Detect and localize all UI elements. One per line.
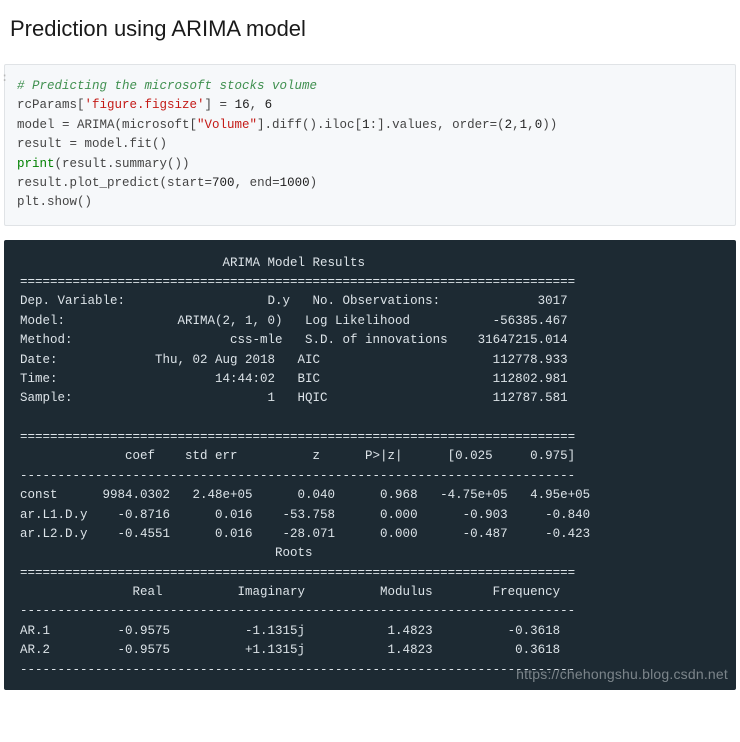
section-title: Prediction using ARIMA model — [4, 10, 736, 60]
cell-gutter-colon: : — [1, 70, 8, 84]
output-row: const 9984.0302 2.48e+05 0.040 0.968 -4.… — [20, 488, 590, 502]
output-row: Sample: 1 HQIC 112787.581 — [20, 391, 568, 405]
output-row: Model: ARIMA(2, 1, 0) Log Likelihood -56… — [20, 314, 568, 328]
output-row: Date: Thu, 02 Aug 2018 AIC 112778.933 — [20, 353, 568, 367]
code-number: 2 — [505, 118, 513, 132]
output-row: ar.L2.D.y -0.4551 0.016 -28.071 0.000 -0… — [20, 527, 590, 541]
output-sep: ----------------------------------------… — [20, 604, 575, 618]
code-text: model = ARIMA(microsoft[ — [17, 118, 197, 132]
code-text: , end= — [235, 176, 280, 190]
watermark: https://chehongshu.blog.csdn.net — [516, 664, 728, 686]
output-sep: ----------------------------------------… — [20, 663, 575, 677]
code-text: plt.show() — [17, 195, 92, 209]
code-text: result.plot_predict(start= — [17, 176, 212, 190]
code-text: , — [512, 118, 520, 132]
code-number: 6 — [265, 98, 273, 112]
code-number: 700 — [212, 176, 235, 190]
output-sep: ========================================… — [20, 275, 575, 289]
output-row: Time: 14:44:02 BIC 112802.981 — [20, 372, 568, 386]
code-text: :].values, order=( — [370, 118, 505, 132]
code-number: 1 — [362, 118, 370, 132]
code-text: rcParams[ — [17, 98, 85, 112]
output-header: coef std err z P>|z| [0.025 0.975] — [20, 449, 575, 463]
output-row: ar.L1.D.y -0.8716 0.016 -53.758 0.000 -0… — [20, 508, 590, 522]
output-row: Method: css-mle S.D. of innovations 3164… — [20, 333, 568, 347]
code-text: result = model.fit() — [17, 137, 167, 151]
output-row: AR.1 -0.9575 -1.1315j 1.4823 -0.3618 — [20, 624, 560, 638]
code-string: "Volume" — [197, 118, 257, 132]
output-sep: ========================================… — [20, 430, 575, 444]
code-text: )) — [542, 118, 557, 132]
output-row: AR.2 -0.9575 +1.1315j 1.4823 0.3618 — [20, 643, 560, 657]
code-string: 'figure.figsize' — [85, 98, 205, 112]
output-block: ARIMA Model Results ====================… — [4, 240, 736, 690]
output-subtitle: Roots — [20, 546, 575, 560]
output-sep: ----------------------------------------… — [20, 469, 575, 483]
output-title: ARIMA Model Results — [20, 256, 575, 270]
code-text: ] = — [205, 98, 235, 112]
code-comment: # Predicting the microsoft stocks volume — [17, 79, 317, 93]
code-text: ) — [310, 176, 318, 190]
code-text: , — [527, 118, 535, 132]
code-number: 1000 — [280, 176, 310, 190]
code-block: # Predicting the microsoft stocks volume… — [4, 64, 736, 226]
code-text: (result.summary()) — [55, 157, 190, 171]
code-text: ].diff().iloc[ — [257, 118, 362, 132]
output-row: Dep. Variable: D.y No. Observations: 301… — [20, 294, 568, 308]
output-sep: ========================================… — [20, 566, 575, 580]
code-builtin: print — [17, 157, 55, 171]
output-header: Real Imaginary Modulus Frequency — [20, 585, 560, 599]
code-text: , — [250, 98, 265, 112]
code-number: 16 — [235, 98, 250, 112]
